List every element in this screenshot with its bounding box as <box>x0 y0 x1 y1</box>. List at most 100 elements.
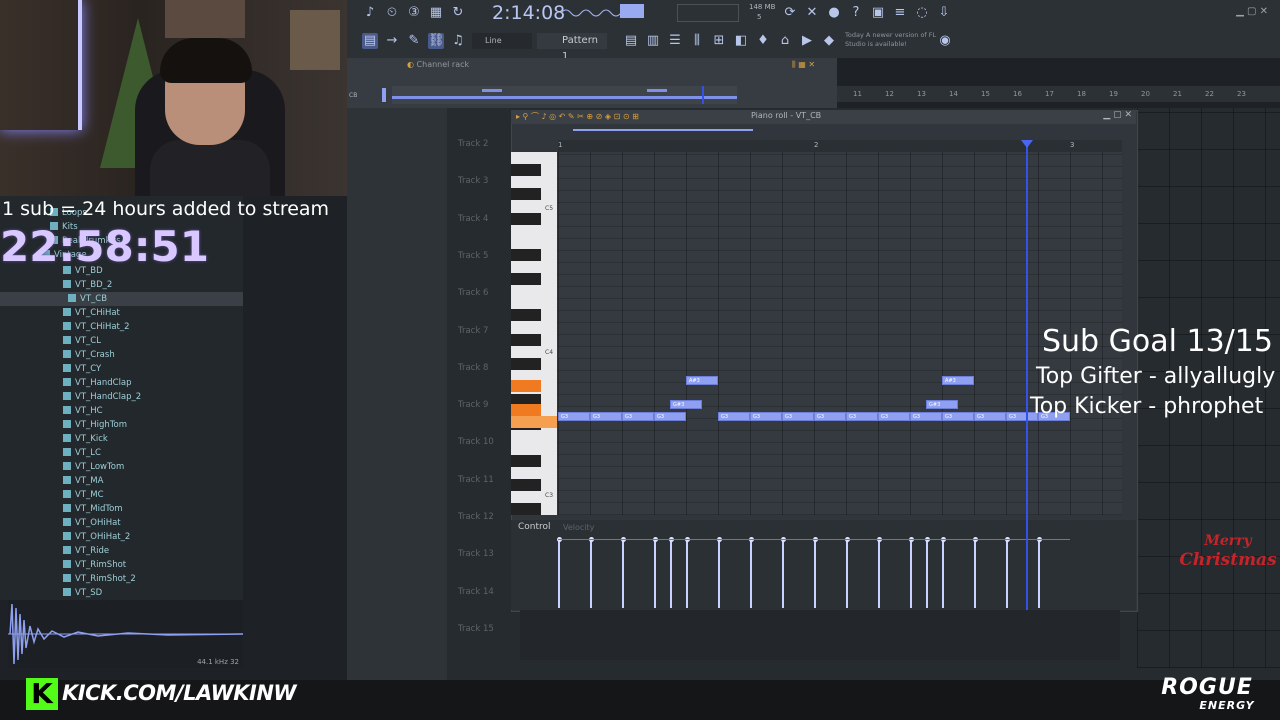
browser-item[interactable]: VT_HC <box>63 404 103 418</box>
browser-item[interactable]: VT_RimShot <box>63 558 126 572</box>
track-label[interactable]: Track 2 <box>458 139 488 149</box>
active-key[interactable] <box>511 404 541 416</box>
velocity-bar[interactable] <box>910 540 912 608</box>
track-label[interactable]: Track 12 <box>458 512 494 522</box>
midi-note[interactable]: A#3 <box>942 376 974 385</box>
channel-rack-controls[interactable]: ⫼ ▦ ✕ <box>792 60 815 70</box>
velocity-bar[interactable] <box>558 540 560 608</box>
black-key[interactable] <box>511 273 541 285</box>
pattern-select[interactable]: Pattern 1 <box>537 33 607 62</box>
midi-note[interactable]: G3 <box>558 412 590 421</box>
control-param[interactable]: Velocity <box>563 523 594 532</box>
wait-icon[interactable]: ⏲ <box>384 5 400 21</box>
midi-note[interactable]: A#3 <box>686 376 718 385</box>
channel-rack-title[interactable]: ◐ Channel rack <box>407 60 469 69</box>
step-edit-icon[interactable]: ▦ <box>428 5 444 21</box>
playhead[interactable] <box>1026 140 1028 610</box>
touch-icon[interactable]: ♦ <box>755 33 771 49</box>
browser-item[interactable]: VT_LowTom <box>63 460 124 474</box>
online-icon[interactable]: ◉ <box>937 33 953 49</box>
stamp-icon[interactable]: ♫ <box>450 33 466 49</box>
velocity-bar[interactable] <box>878 540 880 608</box>
midi-note[interactable]: G3 <box>974 412 1006 421</box>
midi-note[interactable]: G3 <box>814 412 846 421</box>
control-label[interactable]: Control <box>518 522 551 532</box>
download-icon[interactable]: ⇩ <box>936 5 952 21</box>
browser-item[interactable]: VT_CB <box>0 292 243 306</box>
pattern-mode-icon[interactable]: ▤ <box>362 33 378 49</box>
black-key[interactable] <box>511 502 541 515</box>
browser-item[interactable]: VT_Ride <box>63 544 109 558</box>
track-label[interactable]: Track 15 <box>458 624 494 634</box>
track-label[interactable]: Track 10 <box>458 437 494 447</box>
velocity-bar[interactable] <box>750 540 752 608</box>
video-icon[interactable]: ▶ <box>799 33 815 49</box>
black-key[interactable] <box>511 454 541 467</box>
velocity-bar[interactable] <box>1038 540 1040 608</box>
midi-note[interactable]: G#3 <box>670 400 702 409</box>
plugin-icon[interactable]: ◧ <box>733 33 749 49</box>
midi-note[interactable]: G3 <box>910 412 942 421</box>
midi-note[interactable]: G3 <box>846 412 878 421</box>
dj-icon[interactable]: ◆ <box>821 33 837 49</box>
midi-note[interactable]: G3 <box>878 412 910 421</box>
browser-item[interactable]: VT_MC <box>63 488 104 502</box>
help-icon[interactable]: ? <box>848 5 864 21</box>
countdown-icon[interactable]: ③ <box>406 5 422 21</box>
browser-item[interactable]: VT_MidTom <box>63 502 123 516</box>
track-label[interactable]: Track 14 <box>458 587 494 597</box>
midi-note[interactable]: G3 <box>782 412 814 421</box>
midi-note[interactable]: G#3 <box>926 400 958 409</box>
browser-icon[interactable]: ⊞ <box>711 33 727 49</box>
black-key[interactable] <box>511 357 541 370</box>
midi-note[interactable]: G3 <box>942 412 974 421</box>
midi-note[interactable]: G3 <box>718 412 750 421</box>
mixer-icon[interactable]: ≡ <box>892 5 908 21</box>
tempo-icon[interactable]: ⌂ <box>777 33 793 49</box>
track-label[interactable]: Track 8 <box>458 363 488 373</box>
note-grid[interactable] <box>558 152 1122 515</box>
browser-item[interactable]: VT_CHiHat_2 <box>63 320 130 334</box>
browser-item[interactable]: VT_CY <box>63 362 101 376</box>
velocity-bar[interactable] <box>814 540 816 608</box>
browser-item[interactable]: VT_Crash <box>63 348 115 362</box>
cpu-icon[interactable]: ⟳ <box>782 5 798 21</box>
velocity-bar[interactable] <box>718 540 720 608</box>
piano-roll-tools[interactable]: ▸ ⚲ ⌒ ♪ ◎ ↶ ✎ ✂ ⊕ ⊘ ◈ ⊡ ⊙ ⊞ <box>516 111 639 122</box>
velocity-bar[interactable] <box>622 540 624 608</box>
save-icon[interactable]: ▣ <box>870 5 886 21</box>
velocity-bar[interactable] <box>686 540 688 608</box>
track-label[interactable]: Track 6 <box>458 288 488 298</box>
black-key[interactable] <box>511 188 541 201</box>
chat-icon[interactable]: ◌ <box>914 5 930 21</box>
browser-item[interactable]: VT_HandClap_2 <box>63 390 141 404</box>
arrow-icon[interactable]: → <box>384 33 400 49</box>
playhead-marker[interactable] <box>1021 140 1033 148</box>
velocity-bar[interactable] <box>590 540 592 608</box>
track-label[interactable]: Track 3 <box>458 176 488 186</box>
browser-item[interactable]: VT_OHiHat_2 <box>63 530 130 544</box>
velocity-bar[interactable] <box>1006 540 1008 608</box>
channel-select[interactable] <box>382 88 386 102</box>
track-label[interactable]: Track 5 <box>458 251 488 261</box>
velocity-bar[interactable] <box>974 540 976 608</box>
piano-roll-overview[interactable] <box>558 125 758 135</box>
snap-select[interactable]: Line <box>472 33 532 49</box>
track-label[interactable]: Track 11 <box>458 475 494 485</box>
velocity-bar[interactable] <box>846 540 848 608</box>
browser-item[interactable]: VT_SD <box>63 586 102 600</box>
browser-item[interactable]: VT_MA <box>63 474 103 488</box>
active-key[interactable] <box>511 380 541 392</box>
channel-pattern-preview[interactable] <box>392 86 737 104</box>
update-hint[interactable]: Today A newer version of FL Studio is av… <box>845 31 940 49</box>
pencil-icon[interactable]: ✎ <box>406 33 422 49</box>
track-label[interactable]: Track 4 <box>458 214 488 224</box>
browser-item[interactable]: VT_HandClap <box>63 376 132 390</box>
black-key[interactable] <box>511 333 541 346</box>
loop-record-icon[interactable]: ↻ <box>450 5 466 21</box>
piano-roll-ruler[interactable]: 1 2 3 <box>558 140 1122 152</box>
browser-item[interactable]: VT_Kick <box>63 432 108 446</box>
panic-icon[interactable]: ✕ <box>804 5 820 21</box>
browser-item[interactable]: VT_CL <box>63 334 101 348</box>
mic-icon[interactable]: ● <box>826 5 842 21</box>
